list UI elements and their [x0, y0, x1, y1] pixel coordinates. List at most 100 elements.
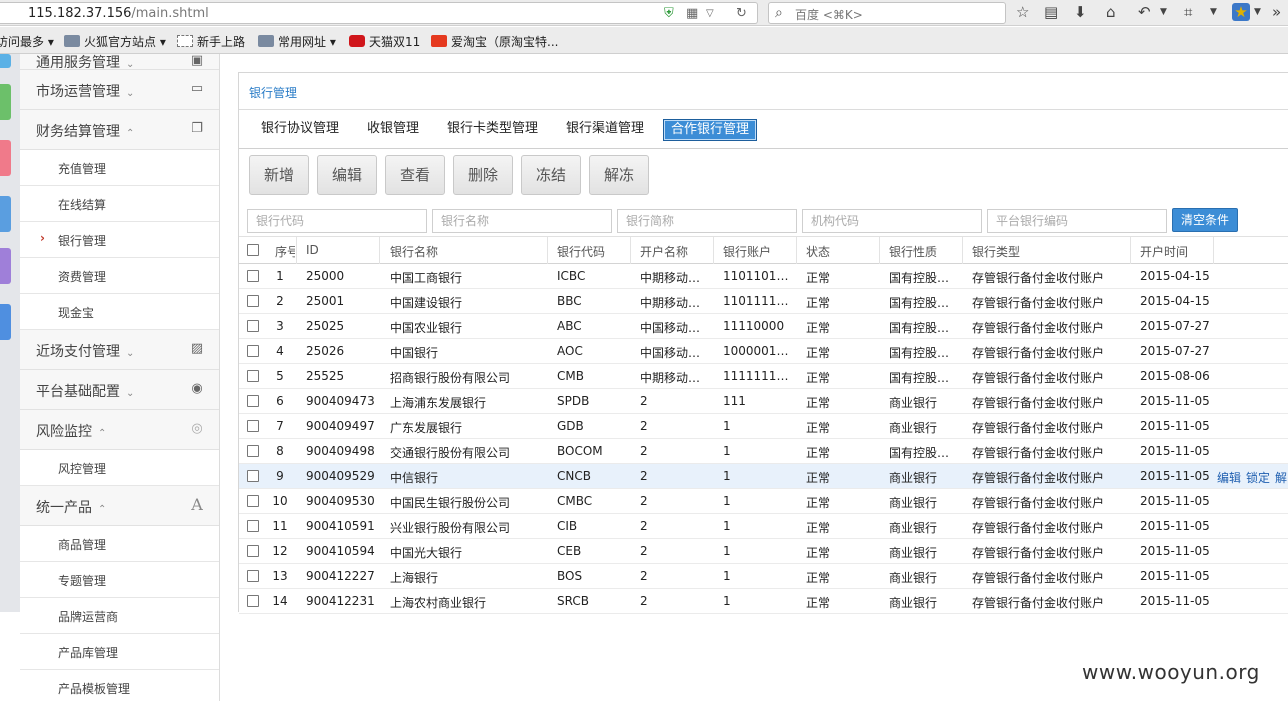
bookmark-common-sites[interactable]: 常用网址 ▾	[258, 33, 336, 50]
sidebar-section-product[interactable]: 统一产品 ⌃ A	[20, 486, 219, 526]
bank-name-filter[interactable]	[432, 209, 612, 233]
table-row[interactable]: 10 900409530 中国民生银行股份公司 CMBC 2 1 正常 商业银行 存管银行备付金…	[239, 489, 1288, 514]
sidebar-section-market[interactable]: 市场运营管理 ⌄ ▭	[20, 70, 219, 110]
bookmark-most-visited[interactable]: 访问最多 ▾	[0, 33, 54, 50]
sidebar-section-general[interactable]: 通用服务管理 ⌄ ▣	[20, 54, 219, 71]
col-bank-name[interactable]: 银行名称	[390, 243, 438, 260]
qr-code-icon[interactable]: ▦	[686, 6, 698, 22]
row-checkbox[interactable]	[247, 445, 259, 457]
tab-cashier[interactable]: 收银管理	[360, 119, 426, 141]
strip-block[interactable]	[0, 84, 11, 120]
back-arrow-icon[interactable]: ↶	[1138, 3, 1151, 21]
strip-block[interactable]	[0, 304, 11, 340]
table-row[interactable]: 9 900409529 中信银行 CNCB 2 1 正常 商业银行 存管银行备付金收付账户 201…	[239, 464, 1288, 489]
tab-bank-channel[interactable]: 银行渠道管理	[559, 119, 651, 141]
table-row[interactable]: 6 900409473 上海浦东发展银行 SPDB 2 111 正常 商业银行 存管银行备付金收…	[239, 389, 1288, 414]
chevron-down-icon[interactable]: ▼	[1254, 3, 1261, 21]
lock-link[interactable]: 锁定	[1246, 471, 1270, 485]
col-open-date[interactable]: 开户时间	[1140, 243, 1188, 260]
tab-card-type[interactable]: 银行卡类型管理	[440, 119, 545, 141]
sidebar-section-platform[interactable]: 平台基础配置 ⌄ ◉	[20, 370, 219, 410]
strip-block[interactable]	[0, 140, 11, 176]
freeze-button[interactable]: 冻结	[521, 155, 581, 195]
table-row[interactable]: 5 25525 招商银行股份有限公司 CMB 中期移动… 1111111… 正常 国有控股… 存…	[239, 364, 1288, 389]
row-checkbox[interactable]	[247, 320, 259, 332]
breadcrumb[interactable]: 银行管理	[249, 84, 297, 101]
star-icon[interactable]: ☆	[1016, 3, 1029, 21]
org-code-filter[interactable]	[802, 209, 982, 233]
bank-code-filter[interactable]	[247, 209, 427, 233]
sidebar-item-risk-control[interactable]: 风控管理	[20, 450, 219, 486]
row-checkbox[interactable]	[247, 495, 259, 507]
sidebar-item-goods[interactable]: 商品管理	[20, 526, 219, 562]
tab-bank-agreement[interactable]: 银行协议管理	[254, 119, 346, 141]
sidebar-section-risk[interactable]: 风险监控 ⌃ ◎	[20, 410, 219, 450]
dropdown-icon[interactable]: ▽	[706, 6, 714, 22]
table-row[interactable]: 11 900410591 兴业银行股份有限公司 CIB 2 1 正常 商业银行 存管银行备付金收…	[239, 514, 1288, 539]
table-row[interactable]: 14 900412231 上海农村商业银行 SRCB 2 1 正常 商业银行 存管银行备付金收付…	[239, 589, 1288, 614]
row-checkbox[interactable]	[247, 570, 259, 582]
bookmark-firefox-site[interactable]: 火狐官方站点 ▾	[64, 33, 166, 50]
col-bank-code[interactable]: 银行代码	[557, 243, 605, 260]
search-field[interactable]: ⌕ 百度 <⌘K>	[768, 2, 1006, 24]
row-checkbox[interactable]	[247, 420, 259, 432]
download-icon[interactable]: ⬇	[1074, 3, 1087, 21]
col-status[interactable]: 状态	[806, 243, 830, 260]
strip-block[interactable]	[0, 54, 11, 68]
row-checkbox[interactable]	[247, 595, 259, 607]
sidebar-item-topics[interactable]: 专题管理	[20, 562, 219, 598]
sidebar-item-cash-treasure[interactable]: 现金宝	[20, 294, 219, 330]
col-id[interactable]: ID	[306, 243, 319, 257]
row-checkbox[interactable]	[247, 345, 259, 357]
bookmark-tmall[interactable]: 天猫双11	[349, 33, 420, 50]
extension-star-icon[interactable]: ★	[1232, 3, 1250, 21]
chevron-down-icon[interactable]: ▼	[1210, 3, 1217, 21]
reading-list-icon[interactable]: ▤	[1044, 3, 1058, 21]
row-checkbox[interactable]	[247, 395, 259, 407]
sidebar-item-recharge[interactable]: 充值管理	[20, 150, 219, 186]
sidebar-section-finance[interactable]: 财务结算管理 ⌃ ❐	[20, 110, 219, 150]
table-row[interactable]: 7 900409497 广东发展银行 GDB 2 1 正常 商业银行 存管银行备付金收付账户 20…	[239, 414, 1288, 439]
unfreeze-button[interactable]: 解冻	[589, 155, 649, 195]
strip-block[interactable]	[0, 248, 11, 284]
col-seq[interactable]: 序号	[275, 243, 295, 260]
row-checkbox[interactable]	[247, 270, 259, 282]
col-bank-account[interactable]: 银行账户	[723, 243, 771, 260]
table-row[interactable]: 3 25025 中国农业银行 ABC 中国移动… 11110000 正常 国有控股… 存管银行备…	[239, 314, 1288, 339]
chevron-down-icon[interactable]: ▼	[1160, 3, 1167, 21]
select-all-checkbox[interactable]	[247, 244, 259, 256]
sidebar-item-tariff[interactable]: 资费管理	[20, 258, 219, 294]
url-field[interactable]: 115.182.37.156/main.shtml ⛨ ▦ ▽ ↻	[0, 2, 758, 24]
bookmark-getting-started[interactable]: 新手上路	[177, 33, 245, 50]
home-icon[interactable]: ⌂	[1106, 3, 1116, 21]
row-checkbox[interactable]	[247, 470, 259, 482]
col-account-name[interactable]: 开户名称	[640, 243, 688, 260]
clear-filters-button[interactable]: 清空条件	[1172, 208, 1238, 232]
platform-bank-code-filter[interactable]	[987, 209, 1167, 233]
row-checkbox[interactable]	[247, 295, 259, 307]
col-bank-nature[interactable]: 银行性质	[889, 243, 937, 260]
sidebar-item-brand-operator[interactable]: 品牌运营商	[20, 598, 219, 634]
sidebar-section-nfc[interactable]: 近场支付管理 ⌄ ▨	[20, 330, 219, 370]
table-row[interactable]: 1 25000 中国工商银行 ICBC 中期移动… 1101101… 正常 国有控股… 存管银行…	[239, 264, 1288, 289]
bank-abbr-filter[interactable]	[617, 209, 797, 233]
sidebar-item-bank-management[interactable]: › 银行管理	[20, 222, 219, 258]
unfreeze-link[interactable]: 解	[1275, 471, 1287, 485]
overflow-icon[interactable]: »	[1272, 3, 1281, 21]
table-row[interactable]: 12 900410594 中国光大银行 CEB 2 1 正常 商业银行 存管银行备付金收付账户 2…	[239, 539, 1288, 564]
row-checkbox[interactable]	[247, 545, 259, 557]
delete-button[interactable]: 删除	[453, 155, 513, 195]
edit-button[interactable]: 编辑	[317, 155, 377, 195]
sidebar-item-product-library[interactable]: 产品库管理	[20, 634, 219, 670]
table-row[interactable]: 4 25026 中国银行 AOC 中国移动… 1000001… 正常 国有控股… 存管银行备付金…	[239, 339, 1288, 364]
col-bank-type[interactable]: 银行类型	[972, 243, 1020, 260]
edit-link[interactable]: 编辑	[1217, 471, 1241, 485]
tab-partner-bank[interactable]: 合作银行管理	[663, 119, 758, 141]
table-row[interactable]: 8 900409498 交通银行股份有限公司 BOCOM 2 1 正常 国有控股… 存管银行备付…	[239, 439, 1288, 464]
bookmark-taobao[interactable]: 爱淘宝（原淘宝特...	[431, 33, 558, 50]
sidebar-item-product-template[interactable]: 产品模板管理	[20, 670, 219, 701]
reload-icon[interactable]: ↻	[736, 6, 747, 22]
crop-icon[interactable]: ⌗	[1184, 3, 1192, 21]
add-button[interactable]: 新增	[249, 155, 309, 195]
table-row[interactable]: 2 25001 中国建设银行 BBC 中期移动… 1101111… 正常 国有控股… 存管银行备…	[239, 289, 1288, 314]
